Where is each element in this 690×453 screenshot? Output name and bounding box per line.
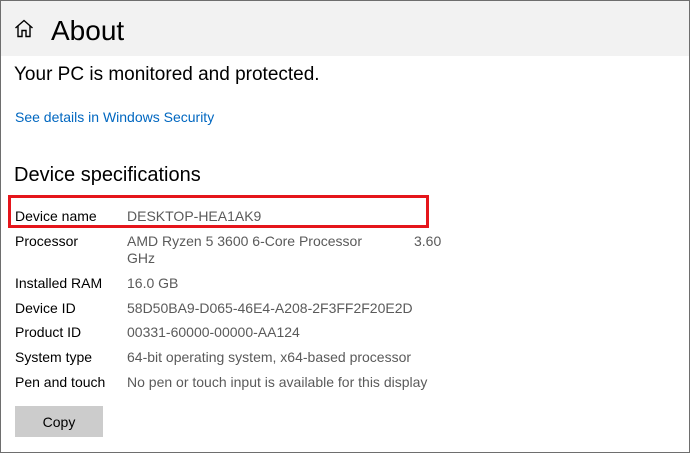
protection-status-text: Your PC is monitored and protected. <box>14 64 320 85</box>
device-id-value: 58D50BA9-D065-46E4-A208-2F3FF2F20E2D <box>127 300 413 316</box>
page-title: About <box>51 15 125 46</box>
pen-and-touch-label: Pen and touch <box>15 374 106 390</box>
device-specifications-heading: Device specifications <box>14 164 201 186</box>
processor-value: AMD Ryzen 5 3600 6-Core Processor <box>127 233 362 249</box>
processor-speed-value: 3.60 <box>414 233 442 249</box>
copy-button[interactable]: Copy <box>15 406 103 437</box>
device-name-label: Device name <box>15 208 97 224</box>
installed-ram-value: 16.0 GB <box>127 275 179 291</box>
home-icon <box>14 19 34 43</box>
windows-security-link[interactable]: See details in Windows Security <box>15 108 214 126</box>
device-name-value: DESKTOP-HEA1AK9 <box>127 208 262 224</box>
processor-speed-unit: GHz <box>127 250 155 266</box>
product-id-value: 00331-60000-00000-AA124 <box>127 324 300 340</box>
pen-and-touch-value: No pen or touch input is available for t… <box>127 374 428 390</box>
system-type-value: 64-bit operating system, x64-based proce… <box>127 349 412 365</box>
home-button[interactable] <box>11 19 37 43</box>
installed-ram-label: Installed RAM <box>15 275 103 291</box>
product-id-label: Product ID <box>15 324 82 340</box>
title-bar: About <box>1 1 689 56</box>
device-id-label: Device ID <box>15 300 76 316</box>
system-type-label: System type <box>15 349 93 365</box>
processor-label: Processor <box>15 233 79 249</box>
